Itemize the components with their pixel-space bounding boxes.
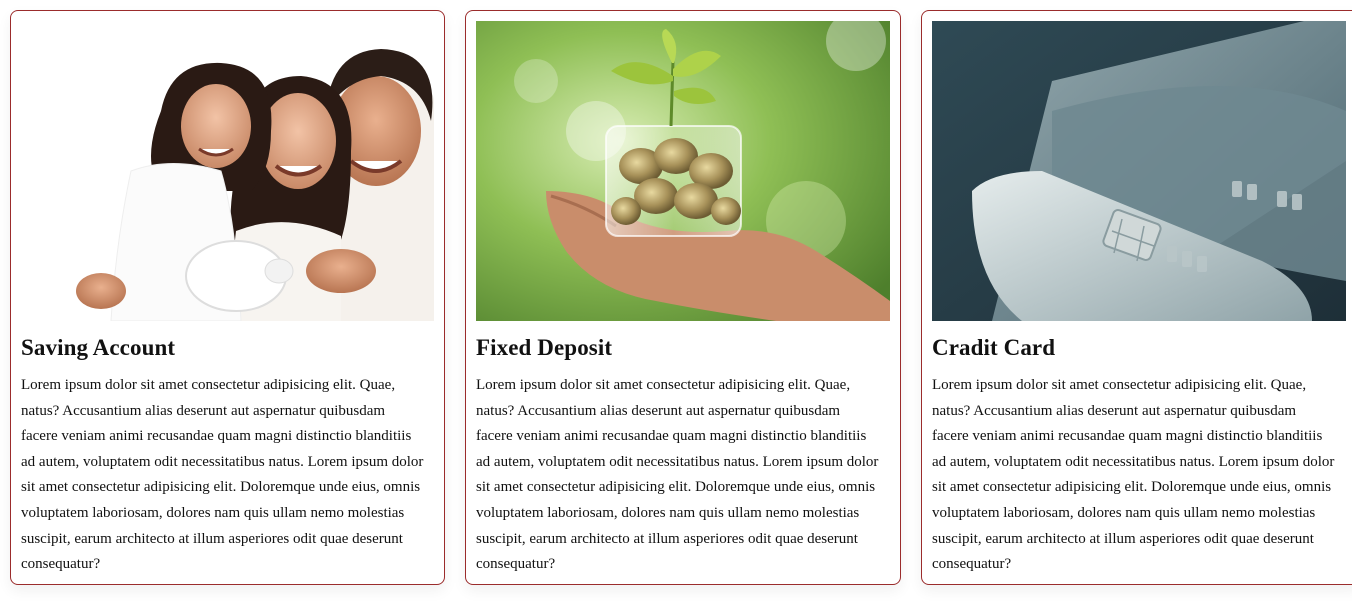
- credit-cards-photo-illustration: [932, 21, 1346, 321]
- saving-account-image: [21, 21, 434, 321]
- cards-section: Saving Account Lorem ipsum dolor sit ame…: [0, 0, 1352, 605]
- card-credit-card: Cradit Card Lorem ipsum dolor sit amet c…: [921, 10, 1352, 585]
- card-description: Lorem ipsum dolor sit amet consectetur a…: [476, 377, 879, 573]
- card-description: Lorem ipsum dolor sit amet consectetur a…: [21, 377, 424, 573]
- coins-jar-photo-illustration: [476, 21, 890, 321]
- credit-card-image: [932, 21, 1346, 321]
- card-description: Lorem ipsum dolor sit amet consectetur a…: [932, 377, 1335, 573]
- fixed-deposit-image: [476, 21, 890, 321]
- card-title: Cradit Card: [932, 335, 1056, 360]
- card-saving-account: Saving Account Lorem ipsum dolor sit ame…: [10, 10, 445, 585]
- card-title: Fixed Deposit: [476, 335, 613, 360]
- card-fixed-deposit: Fixed Deposit Lorem ipsum dolor sit amet…: [465, 10, 901, 585]
- family-photo-illustration: [21, 21, 434, 321]
- card-title: Saving Account: [21, 335, 176, 360]
